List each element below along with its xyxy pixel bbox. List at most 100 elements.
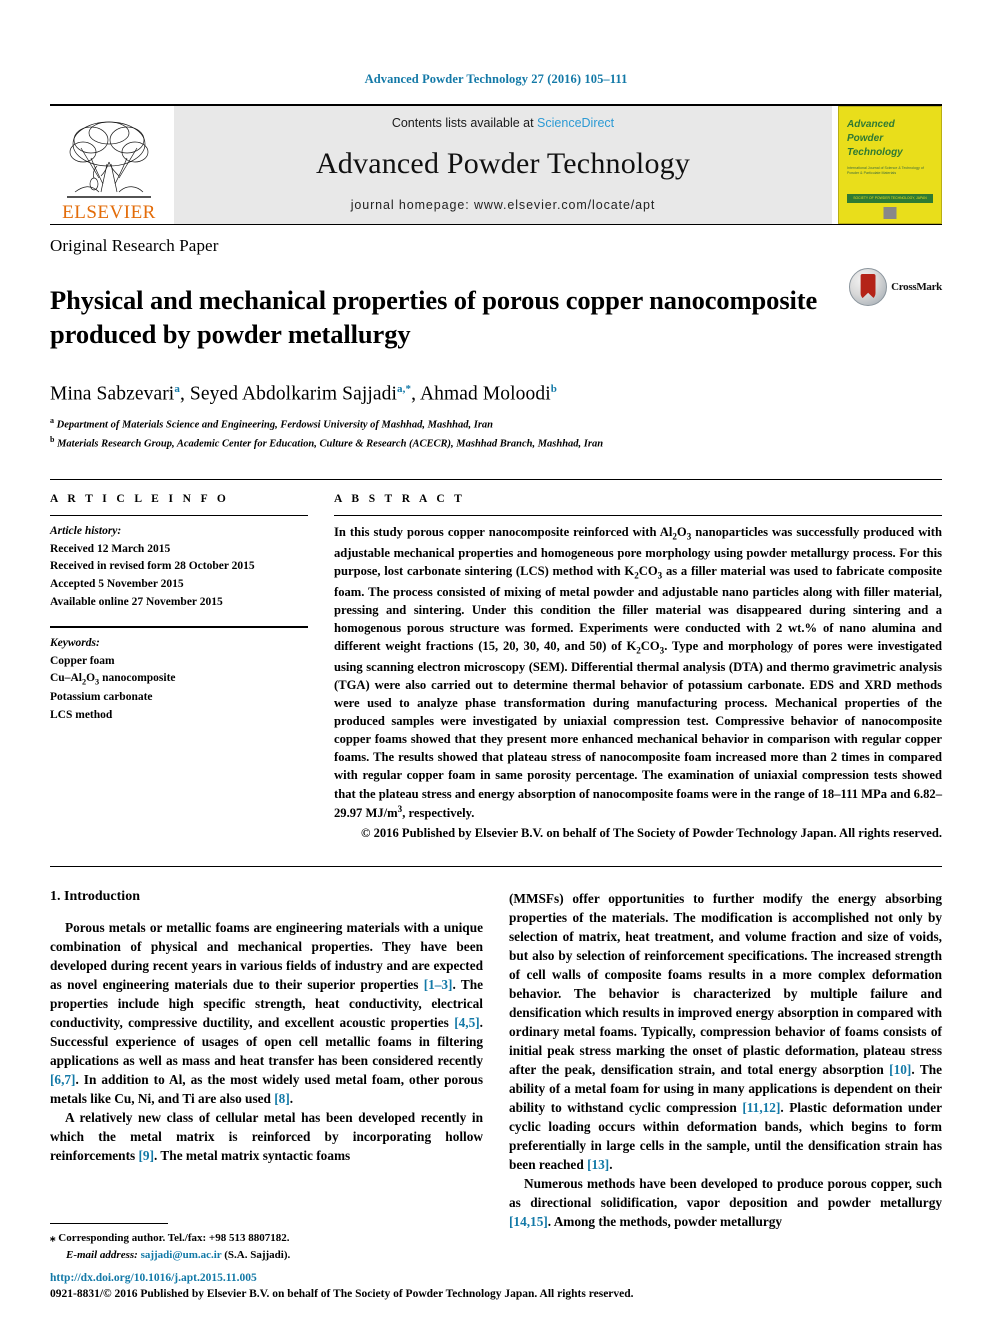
journal-homepage-link[interactable]: journal homepage: www.elsevier.com/locat… <box>351 198 656 212</box>
email-link[interactable]: sajjadi@um.ac.ir <box>141 1249 222 1261</box>
ip3d: . <box>609 1157 613 1173</box>
article-info-rule <box>50 515 308 517</box>
sciencedirect-link[interactable]: ScienceDirect <box>537 116 614 130</box>
citation-9[interactable]: [9] <box>139 1148 155 1163</box>
section-title-introduction: 1. Introduction <box>50 889 140 905</box>
crossmark-badge[interactable]: CrossMark <box>849 268 942 306</box>
abs-s8: , respectively. <box>402 805 475 820</box>
ip4a: Numerous methods have been developed to … <box>509 1176 942 1211</box>
author-1-name: Mina Sabzevari <box>50 383 175 405</box>
page-title: Physical and mechanical properties of po… <box>50 284 818 350</box>
citation-11-12[interactable]: [11,12] <box>742 1100 780 1115</box>
paper-page: Advanced Powder Technology 27 (2016) 105… <box>0 0 992 1323</box>
cover-title: Advanced Powder Technology <box>847 118 933 161</box>
abs-s7: . Type and morphology of pores were inve… <box>334 639 942 820</box>
masthead-bottom-rule <box>50 224 942 225</box>
footer-block: http://dx.doi.org/10.1016/j.apt.2015.11.… <box>50 1270 750 1303</box>
elsevier-tree-icon <box>67 121 151 198</box>
email-suffix: (S.A. Sajjadi). <box>221 1248 291 1261</box>
contents-available-line: Contents lists available at ScienceDirec… <box>392 116 614 130</box>
elsevier-logo: ELSEVIER <box>50 106 168 224</box>
ip3a: (MMSFs) offer opportunities to further m… <box>509 891 942 1078</box>
cover-title-line1: Advanced <box>847 119 895 130</box>
citation-6-7[interactable]: [6,7] <box>50 1072 75 1087</box>
affiliation-a: a Department of Materials Science and En… <box>50 415 942 434</box>
cover-title-line3: Technology <box>847 147 903 159</box>
abs-s1: In this study porous copper nanocomposit… <box>334 525 673 540</box>
ip1e: . In addition to Al, as the most widely … <box>50 1072 483 1107</box>
cover-society-bar: SOCIETY OF POWDER TECHNOLOGY, JAPAN <box>847 194 933 203</box>
journal-name: Advanced Powder Technology <box>315 147 691 180</box>
footnote-block: ⁎ Corresponding author. Tel./fax: +98 51… <box>50 1223 478 1263</box>
affiliation-b-mark: b <box>50 434 55 444</box>
abs-s6: CO <box>640 639 660 654</box>
history-received: Received 12 March 2015 <box>50 542 171 555</box>
abstract-column: A B S T R A C T In this study porous cop… <box>334 493 942 842</box>
body-top-rule <box>50 866 942 868</box>
author-2-name: Seyed Abdolkarim Sajjadi <box>189 383 398 405</box>
email-label: E-mail address: <box>66 1248 138 1261</box>
ip2b: . The metal matrix syntactic foams <box>154 1148 351 1164</box>
crossmark-icon <box>849 268 888 306</box>
footnote-rule <box>50 1223 168 1224</box>
cover-publisher-mark-icon <box>883 207 897 219</box>
contents-prefix: Contents lists available at <box>391 116 538 130</box>
keyword-item: Potassium carbonate <box>50 691 153 704</box>
citation-10[interactable]: [10] <box>889 1062 911 1077</box>
author-1-marks: a <box>174 383 180 396</box>
elsevier-wordmark: ELSEVIER <box>62 202 156 223</box>
abstract-heading: A B S T R A C T <box>334 493 466 506</box>
ip1f: . <box>289 1091 294 1107</box>
history-revised: Received in revised form 28 October 2015 <box>50 560 255 573</box>
affiliation-list: a Department of Materials Science and En… <box>50 415 942 453</box>
running-head: Advanced Powder Technology 27 (2016) 105… <box>364 72 628 86</box>
citation-13[interactable]: [13] <box>587 1157 609 1172</box>
cover-title-line2: Powder <box>847 133 884 145</box>
author-list: Mina Sabzevaria, Seyed Abdolkarim Sajjad… <box>50 383 557 405</box>
abstract-copyright: © 2016 Published by Elsevier B.V. on beh… <box>361 825 942 840</box>
history-accepted: Accepted 5 November 2015 <box>50 578 184 591</box>
keyword-item: LCS method <box>50 709 113 722</box>
abs-s4: CO <box>638 564 658 579</box>
citation-14-15[interactable]: [14,15] <box>509 1214 548 1229</box>
keyword-item: Cu–Al2O3 nanocomposite <box>50 672 176 687</box>
citation-8[interactable]: [8] <box>274 1091 290 1106</box>
history-available-online: Available online 27 November 2015 <box>50 595 223 608</box>
body-column-left: 1. Introduction Porous metals or metalli… <box>50 889 483 1231</box>
author-3-name: Ahmad Moloodi <box>419 383 551 405</box>
article-history-label: Article history: <box>50 525 122 538</box>
crossmark-label: CrossMark <box>891 281 942 293</box>
intro-paragraph-1: Porous metals or metallic foams are engi… <box>50 918 483 1108</box>
issn-copyright-line: 0921-8831/© 2016 Published by Elsevier B… <box>50 1288 634 1301</box>
email-note: E-mail address: sajjadi@um.ac.ir (S.A. S… <box>50 1247 478 1264</box>
cover-society-text: SOCIETY OF POWDER TECHNOLOGY, JAPAN <box>853 196 927 200</box>
citation-1-3[interactable]: [1–3] <box>424 977 453 992</box>
affiliation-a-text: Department of Materials Science and Engi… <box>56 419 494 431</box>
abs-s2: O <box>676 525 687 540</box>
article-type: Original Research Paper <box>50 236 219 255</box>
ip4b: . Among the methods, powder metallurgy <box>547 1214 783 1230</box>
affiliation-b: b Materials Research Group, Academic Cen… <box>50 434 942 453</box>
affiliation-a-mark: a <box>50 415 54 425</box>
corresponding-author-note: ⁎ Corresponding author. Tel./fax: +98 51… <box>50 1232 290 1244</box>
author-3-marks: b <box>550 383 557 396</box>
intro-paragraph-4: Numerous methods have been developed to … <box>509 1174 942 1231</box>
journal-masthead: ELSEVIER Contents lists available at Sci… <box>50 104 942 224</box>
doi-link[interactable]: http://dx.doi.org/10.1016/j.apt.2015.11.… <box>50 1270 750 1287</box>
body-column-right: (MMSFs) offer opportunities to further m… <box>509 889 942 1231</box>
abstract-rule <box>334 515 942 517</box>
author-2-marks: a,* <box>397 383 412 396</box>
journal-band: Contents lists available at ScienceDirec… <box>174 106 832 224</box>
cover-subtitle: International Journal of Science & Techn… <box>847 165 924 175</box>
citation-4-5[interactable]: [4,5] <box>454 1015 479 1030</box>
keyword-item: Copper foam <box>50 654 115 667</box>
intro-paragraph-2: A relatively new class of cellular metal… <box>50 1108 483 1165</box>
keywords-label: Keywords: <box>50 637 100 650</box>
intro-paragraph-3: (MMSFs) offer opportunities to further m… <box>509 889 942 1174</box>
affiliation-b-text: Materials Research Group, Academic Cente… <box>57 438 604 450</box>
article-info-heading: A R T I C L E I N F O <box>50 493 230 506</box>
journal-cover-thumbnail[interactable]: Advanced Powder Technology International… <box>838 106 942 224</box>
body-columns: 1. Introduction Porous metals or metalli… <box>50 889 942 1231</box>
ip1a: Porous metals or metallic foams are engi… <box>50 920 483 993</box>
abstract-text: In this study porous copper nanocomposit… <box>334 523 942 822</box>
